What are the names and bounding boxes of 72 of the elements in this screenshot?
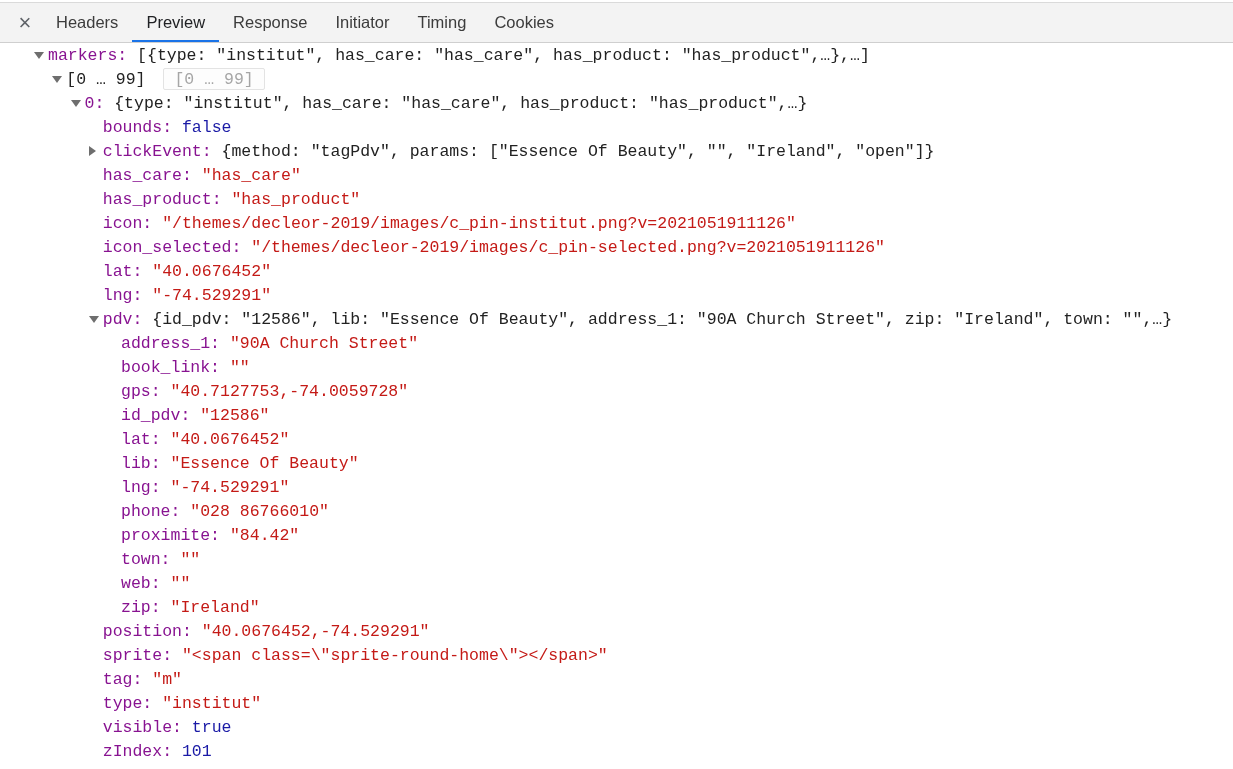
property-key: icon: [102, 213, 153, 233]
tooltip: [0 … 99] [163, 68, 265, 90]
property-key: town: [121, 549, 171, 569]
string-value: "" [229, 357, 250, 377]
string-value: "90A Church Street" [229, 333, 419, 353]
triangle-right-icon[interactable] [88, 146, 96, 156]
string-value: "12586" [200, 405, 270, 425]
tab[interactable]: Headers [42, 3, 133, 42]
tab[interactable]: Timing [403, 3, 481, 42]
string-value: "<span class=\"sprite-round-home\"></span>" [181, 645, 608, 665]
string-value: "40.0676452" [152, 261, 272, 281]
property-key: web: [121, 573, 161, 593]
property-key: zIndex: [102, 741, 173, 761]
string-value: "40.7127753,-74.0059728" [170, 381, 409, 401]
property-key: pdv: [102, 309, 143, 329]
property-key: bounds: [102, 117, 173, 137]
property-key: has_care: [102, 165, 192, 185]
triangle-down-icon[interactable] [88, 315, 99, 323]
object-preview: [{type: "institut", has_care: "has_care", has_product: "has_product",…},…] [137, 45, 870, 65]
string-value: "" [170, 573, 191, 593]
property-key: 0: [84, 93, 105, 113]
property-key: zip: [121, 597, 161, 617]
property-key: address_1: [121, 333, 221, 353]
string-value: "40.0676452,-74.529291" [201, 621, 430, 641]
triangle-down-icon[interactable] [52, 75, 63, 83]
tab[interactable]: Response [219, 3, 322, 42]
property-key: phone: [121, 501, 181, 521]
string-value: "has_care" [201, 165, 301, 185]
object-preview: {method: "tagPdv", params: ["Essence Of Beauty", "", "Ireland", "open"]} [221, 141, 935, 161]
string-value: "m" [152, 669, 182, 689]
property-key: lat: [121, 429, 161, 449]
property-key: has_product: [102, 189, 222, 209]
tab[interactable]: Initiator [321, 3, 404, 42]
boolean-value: false [181, 117, 232, 137]
string-value: "40.0676452" [170, 429, 290, 449]
property-key: sprite: [102, 645, 173, 665]
property-key: clickEvent: [102, 141, 212, 161]
string-value: "Ireland" [170, 597, 260, 617]
object-preview: {type: "institut", has_care: "has_care", has_product: "has_product",…} [114, 93, 808, 113]
tab[interactable]: Cookies [480, 3, 568, 42]
property-key: id_pdv: [121, 405, 191, 425]
boolean-value: true [191, 717, 232, 737]
number-value: 101 [181, 741, 212, 761]
tab[interactable]: Preview [132, 3, 220, 42]
property-key: lat: [102, 261, 143, 281]
triangle-down-icon[interactable] [34, 51, 44, 59]
range-label[interactable]: [0 … 99] [66, 69, 146, 89]
property-key: gps: [121, 381, 161, 401]
property-key: tag: [102, 669, 143, 689]
property-key: lng: [102, 285, 143, 305]
property-key: position: [102, 621, 192, 641]
string-value: "" [180, 549, 201, 569]
property-key: lng: [121, 477, 161, 497]
property-key: visible: [102, 717, 182, 737]
string-value: "028 86766010" [190, 501, 329, 521]
close-button[interactable]: × [8, 3, 42, 42]
string-value: "has_product" [231, 189, 361, 209]
string-value: "Essence Of Beauty" [170, 453, 359, 473]
string-value: "-74.529291" [152, 285, 272, 305]
triangle-down-icon[interactable] [70, 99, 81, 107]
property-key: book_link: [121, 357, 221, 377]
string-value: "-74.529291" [170, 477, 290, 497]
property-key: lib: [121, 453, 161, 473]
property-key: type: [102, 693, 153, 713]
property-key: icon_selected: [102, 237, 242, 257]
string-value: "/themes/decleor-2019/images/c_pin-institut.png?v=2021051911126" [162, 213, 796, 233]
property-key: proximite: [121, 525, 221, 545]
property-key: markers: [48, 45, 128, 65]
string-value: "institut" [162, 693, 262, 713]
string-value: "/themes/decleor-2019/images/c_pin-selected.png?v=2021051911126" [251, 237, 885, 257]
string-value: "84.42" [229, 525, 300, 545]
object-preview: {id_pdv: "12586", lib: "Essence Of Beauty", address_1: "90A Church Street", zip: "Ireland", town: "",…} [152, 309, 1173, 329]
